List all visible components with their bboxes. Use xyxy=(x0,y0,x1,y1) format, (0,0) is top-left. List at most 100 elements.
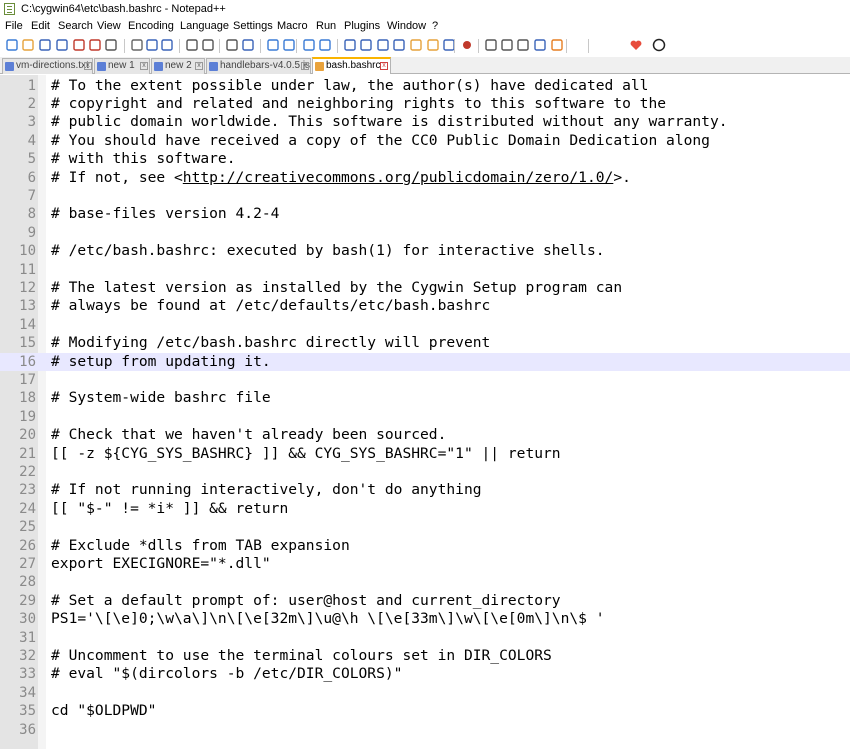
tab-vm-directions[interactable]: vm-directions.txt x xyxy=(2,58,93,74)
line-text[interactable]: # If not running interactively, don't do… xyxy=(51,481,482,499)
line-text[interactable]: # Uncomment to use the terminal colours … xyxy=(51,647,552,665)
code-line[interactable]: 23 # If not running interactively, don't … xyxy=(0,481,850,499)
line-text[interactable]: # /etc/bash.bashrc: executed by bash(1) … xyxy=(51,242,605,260)
line-text[interactable]: export EXECIGNORE="*.dll" xyxy=(51,555,271,573)
code-line[interactable]: 26 # Exclude *dlls from TAB expansion xyxy=(0,537,850,555)
save-icon[interactable] xyxy=(38,38,52,52)
line-text[interactable]: PS1='\[\e]0;\w\a\]\n\[\e[32m\]\u@\h \[\e… xyxy=(51,610,605,628)
code-line[interactable]: 30 PS1='\[\e]0;\w\a\]\n\[\e[32m\]\u@\h \[… xyxy=(0,610,850,628)
open-file-icon[interactable] xyxy=(21,38,35,52)
new-file-icon[interactable] xyxy=(5,38,19,52)
menu-plugins[interactable]: Plugins xyxy=(344,20,380,32)
code-line[interactable]: 11 xyxy=(0,261,850,279)
line-text[interactable]: # with this software. xyxy=(51,150,236,168)
menu-macro[interactable]: Macro xyxy=(277,20,308,32)
stop-recording-icon[interactable] xyxy=(484,38,498,52)
code-line[interactable]: 3 # public domain worldwide. This softwar… xyxy=(0,113,850,131)
code-line[interactable]: 35 cd "$OLDPWD" xyxy=(0,702,850,720)
play-macro-icon[interactable] xyxy=(500,38,514,52)
menu-settings[interactable]: Settings xyxy=(233,20,273,32)
menu-window[interactable]: Window xyxy=(387,20,426,32)
code-line[interactable]: 36 xyxy=(0,721,850,739)
record-macro-icon[interactable] xyxy=(460,38,474,52)
sync-horizontal-icon[interactable] xyxy=(318,38,332,52)
close-icon[interactable]: x xyxy=(380,62,388,70)
line-text[interactable]: # Check that we haven't already been sou… xyxy=(51,426,446,444)
menu-encoding[interactable]: Encoding xyxy=(128,20,174,32)
code-line[interactable]: 25 xyxy=(0,518,850,536)
line-text[interactable]: # To the extent possible under law, the … xyxy=(51,77,648,95)
circle-icon[interactable] xyxy=(652,38,666,52)
line-text[interactable]: # If not, see <http://creativecommons.or… xyxy=(51,169,631,187)
line-text[interactable]: # public domain worldwide. This software… xyxy=(51,113,728,131)
line-text[interactable]: [[ -z ${CYG_SYS_BASHRC} ]] && CYG_SYS_BA… xyxy=(51,445,561,463)
menu-run[interactable]: Run xyxy=(316,20,336,32)
code-line[interactable]: 6 # If not, see <http://creativecommons.o… xyxy=(0,169,850,187)
folder-as-workspace-icon[interactable] xyxy=(426,38,440,52)
copy-icon[interactable] xyxy=(145,38,159,52)
document-map-icon[interactable] xyxy=(392,38,406,52)
line-text[interactable]: cd "$OLDPWD" xyxy=(51,702,156,720)
code-line[interactable]: 5 # with this software. xyxy=(0,150,850,168)
menu-edit[interactable]: Edit xyxy=(31,20,50,32)
close-icon[interactable]: x xyxy=(140,62,148,70)
code-line[interactable]: 9 xyxy=(0,224,850,242)
menu-view[interactable]: View xyxy=(97,20,121,32)
code-line[interactable]: 12 # The latest version as installed by t… xyxy=(0,279,850,297)
code-line[interactable]: 17 xyxy=(0,371,850,389)
code-line[interactable]: 32 # Uncomment to use the terminal colour… xyxy=(0,647,850,665)
code-line[interactable]: 7 xyxy=(0,187,850,205)
code-line[interactable]: 10 # /etc/bash.bashrc: executed by bash(1… xyxy=(0,242,850,260)
tab-handlebars[interactable]: handlebars-v4.0.5.js x xyxy=(206,58,311,74)
tab-bash-bashrc[interactable]: bash.bashrc x xyxy=(312,57,391,74)
menu-file[interactable]: File xyxy=(5,20,23,32)
replace-icon[interactable] xyxy=(241,38,255,52)
line-text[interactable]: # Exclude *dlls from TAB expansion xyxy=(51,537,350,555)
code-line[interactable]: 14 xyxy=(0,316,850,334)
save-all-icon[interactable] xyxy=(55,38,69,52)
line-text[interactable]: # The latest version as installed by the… xyxy=(51,279,622,297)
close-icon[interactable]: x xyxy=(301,62,309,70)
code-line[interactable]: 16 # setup from updating it. xyxy=(0,352,850,371)
print-icon[interactable] xyxy=(104,38,118,52)
menu-help[interactable]: ? xyxy=(432,20,438,32)
line-text[interactable]: # always be found at /etc/defaults/etc/b… xyxy=(51,297,490,315)
line-text[interactable]: # Modifying /etc/bash.bashrc directly wi… xyxy=(51,334,490,352)
line-text[interactable]: # base-files version 4.2-4 xyxy=(51,205,279,223)
close-icon[interactable]: x xyxy=(84,62,92,70)
zoom-out-icon[interactable] xyxy=(282,38,296,52)
code-line[interactable]: 19 xyxy=(0,408,850,426)
url-link[interactable]: http://creativecommons.org/publicdomain/… xyxy=(183,169,614,186)
heart-icon[interactable] xyxy=(629,38,643,52)
indent-guide-icon[interactable] xyxy=(376,38,390,52)
code-line[interactable]: 27 export EXECIGNORE="*.dll" xyxy=(0,555,850,573)
zoom-in-icon[interactable] xyxy=(266,38,280,52)
tab-new-2[interactable]: new 2 x xyxy=(151,58,205,74)
menu-language[interactable]: Language xyxy=(180,20,229,32)
paste-icon[interactable] xyxy=(160,38,174,52)
code-line[interactable]: 22 xyxy=(0,463,850,481)
code-line[interactable]: 2 # copyright and related and neighboring… xyxy=(0,95,850,113)
line-text[interactable]: # You should have received a copy of the… xyxy=(51,132,710,150)
line-text[interactable]: [[ "$-" != *i* ]] && return xyxy=(51,500,288,518)
word-wrap-icon[interactable] xyxy=(343,38,357,52)
line-text[interactable]: # eval "$(dircolors -b /etc/DIR_COLORS)" xyxy=(51,665,402,683)
find-icon[interactable] xyxy=(225,38,239,52)
code-line[interactable]: 34 xyxy=(0,684,850,702)
editor[interactable]: 1 # To the extent possible under law, the… xyxy=(0,75,850,749)
code-line[interactable]: 15 # Modifying /etc/bash.bashrc directly … xyxy=(0,334,850,352)
line-text[interactable]: # copyright and related and neighboring … xyxy=(51,95,666,113)
close-icon[interactable] xyxy=(72,38,86,52)
function-list-icon[interactable] xyxy=(409,38,423,52)
line-text[interactable]: # Set a default prompt of: user@host and… xyxy=(51,592,561,610)
save-macro-icon[interactable] xyxy=(533,38,547,52)
spell-check-icon[interactable] xyxy=(550,38,564,52)
menu-search[interactable]: Search xyxy=(58,20,93,32)
close-icon[interactable]: x xyxy=(195,62,203,70)
cut-icon[interactable] xyxy=(130,38,144,52)
code-line[interactable]: 13 # always be found at /etc/defaults/etc… xyxy=(0,297,850,315)
sync-vertical-icon[interactable] xyxy=(302,38,316,52)
code-line[interactable]: 33 # eval "$(dircolors -b /etc/DIR_COLORS… xyxy=(0,665,850,683)
show-all-characters-icon[interactable] xyxy=(359,38,373,52)
code-line[interactable]: 20 # Check that we haven't already been s… xyxy=(0,426,850,444)
